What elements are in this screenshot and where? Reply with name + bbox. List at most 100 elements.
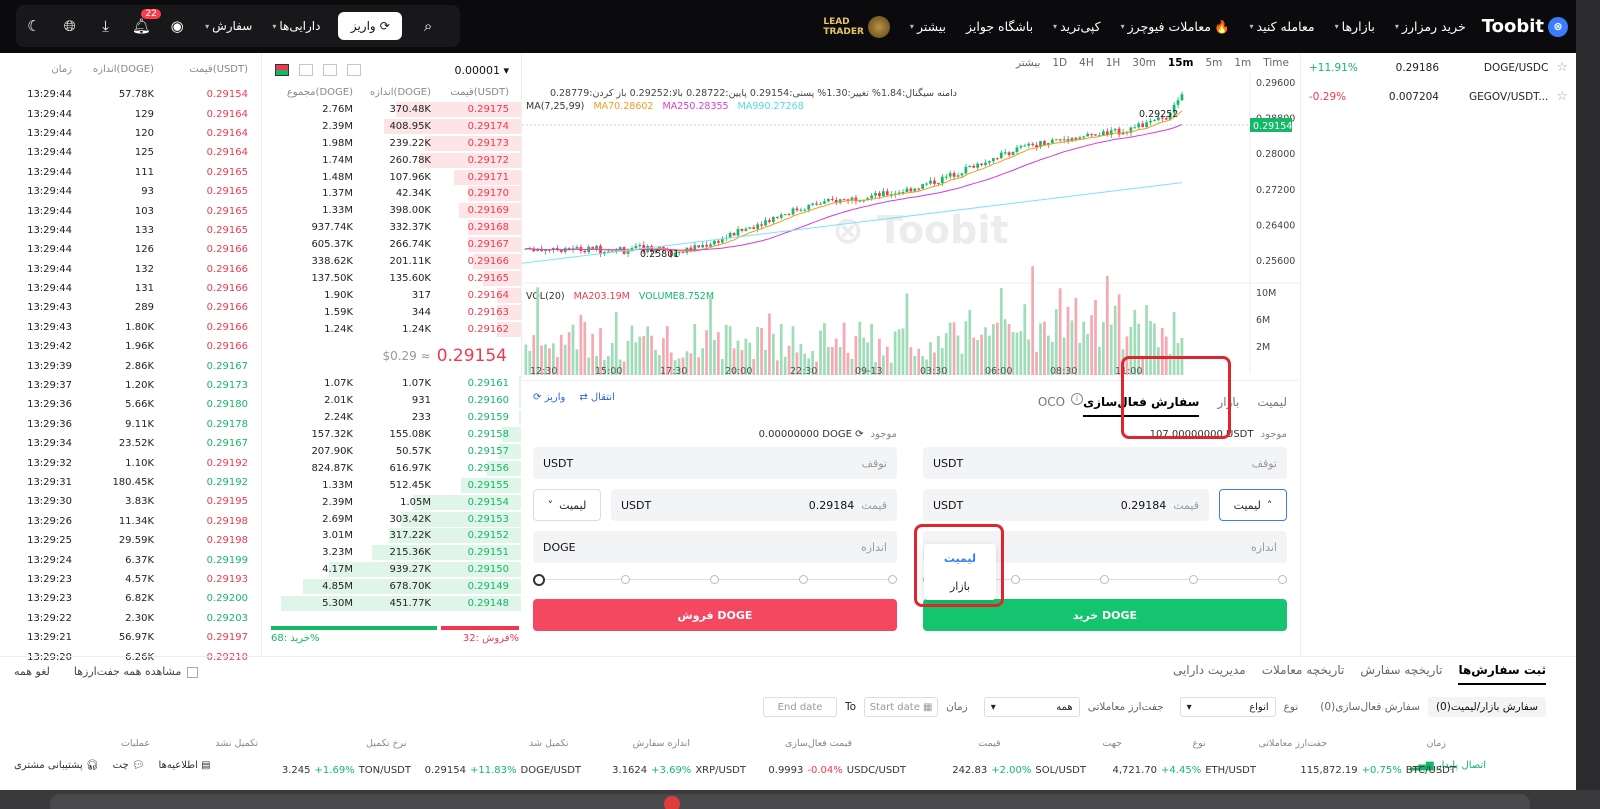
orderbook-row[interactable]: 1.33M 398.00K 0.29169: [263, 202, 521, 219]
tab-trade-history[interactable]: تاریخچه معاملات: [1262, 663, 1345, 685]
orderbook-row[interactable]: 1.37M 42.34K 0.29170: [263, 185, 521, 202]
timeframe-0[interactable]: بیشتر: [1016, 57, 1040, 69]
notification-bell-icon[interactable]: 🔔︎ 22: [123, 9, 161, 35]
buy-price-input[interactable]: USDT 0.29184 قیمت: [923, 489, 1209, 521]
buy-stop-input[interactable]: USDT توقف: [923, 447, 1287, 479]
checkbox[interactable]: [187, 666, 199, 678]
orderbook-row[interactable]: 2.39M 408.95K 0.29174: [263, 118, 521, 135]
orderbook-row[interactable]: 2.24K 233 0.29159: [263, 409, 521, 426]
start-date-input[interactable]: ▦ Start date: [864, 697, 939, 717]
precision-select[interactable]: 0.00001 ▾: [454, 64, 509, 77]
info-icon[interactable]: i: [1071, 393, 1083, 405]
tab-limit[interactable]: لیمیت: [1257, 395, 1287, 409]
tab-oco[interactable]: OCO: [1038, 395, 1065, 409]
refresh-icon[interactable]: ⟳: [855, 429, 863, 440]
ticker-item[interactable]: 3.245 +1.69% TON/USDT: [282, 765, 411, 776]
theme-moon-icon[interactable]: ☾: [16, 17, 52, 35]
orderbook-row[interactable]: 1.24K 1.24K 0.29162: [263, 321, 521, 338]
nav-trade[interactable]: معامله کنید ▾: [1250, 19, 1315, 34]
lead-trader-banner[interactable]: LEAD TRADER: [823, 15, 890, 38]
star-icon[interactable]: ☆: [1556, 60, 1568, 75]
download-icon[interactable]: ⤓: [88, 17, 124, 35]
support-link[interactable]: پشتیبانی مشتری 🎧︎: [14, 760, 99, 771]
view-all-pairs-toggle[interactable]: مشاهده همه جفت‌ارزها: [74, 665, 199, 678]
nav-rewards-club[interactable]: باشگاه جوایز: [966, 19, 1033, 34]
nav-buy-crypto[interactable]: خرید رمزارز ▾: [1395, 19, 1466, 34]
watchlist-row[interactable]: -0.29% 0.007204 GEGOV/USDT... ☆: [1301, 82, 1576, 111]
orderbook-row[interactable]: 2.69M 303.42K 0.29153: [263, 511, 521, 528]
cancel-all-button[interactable]: لغو همه: [14, 665, 50, 678]
orderbook-view-both-icon[interactable]: [275, 64, 289, 76]
orderbook-row[interactable]: 3.01M 317.22K 0.29152: [263, 527, 521, 544]
orderbook-row[interactable]: 1.59K 344 0.29163: [263, 304, 521, 321]
orderbook-row[interactable]: 1.33M 512.45K 0.29155: [263, 477, 521, 494]
timeframe-4[interactable]: 30m: [1132, 57, 1156, 69]
chat-link[interactable]: چت 💬︎: [113, 760, 145, 771]
ticker-item[interactable]: 3.1624 +3.69% XRP/USDT: [612, 765, 746, 776]
watchlist-row[interactable]: +11.91% 0.29186 DOGE/USDC ☆: [1301, 53, 1576, 82]
pair-select[interactable]: همه ▾: [983, 697, 1080, 717]
sell-stop-input[interactable]: USDT توقف: [533, 447, 897, 479]
orderbook-row[interactable]: 4.17M 939.27K 0.29150: [263, 561, 521, 578]
orderbook-view-list-icon[interactable]: [347, 64, 361, 76]
orderbook-view-asks-icon[interactable]: [323, 64, 337, 76]
ticker-item[interactable]: 242.83 +2.00% SOL/USDT: [952, 765, 1086, 776]
toobit-logo[interactable]: ⊗ Toobit: [1482, 16, 1568, 37]
orderbook-row[interactable]: 937.74K 332.37K 0.29168: [263, 219, 521, 236]
timeframe-7[interactable]: 1m: [1234, 57, 1251, 69]
orders-menu[interactable]: ▾ سفارش: [205, 19, 252, 33]
assets-menu[interactable]: ▾ دارایی‌ها: [272, 19, 320, 33]
orderbook-row[interactable]: 207.90K 50.57K 0.29157: [263, 443, 521, 460]
tab-order-history[interactable]: تاریخچه سفارش: [1360, 663, 1442, 685]
timeframe-1[interactable]: 1D: [1052, 57, 1067, 69]
price-chart[interactable]: بیشتر 1D 4H 1H 30m 15m 5m 1m Time دامنه سیگنال:1…: [521, 53, 1300, 378]
ticker-item[interactable]: 0.9993 -0.04% USDC/USDT: [768, 765, 906, 776]
notices-link[interactable]: اطلاعیه‌ها ▤: [159, 760, 211, 771]
nav-futures[interactable]: 🔥 معاملات فیوچرز ▾: [1121, 19, 1230, 35]
orderbook-view-bids-icon[interactable]: [299, 64, 313, 76]
orderbook-row[interactable]: 824.87K 616.97K 0.29156: [263, 460, 521, 477]
type-select[interactable]: انواع ▾: [1179, 697, 1276, 717]
timeframe-2[interactable]: 4H: [1079, 57, 1094, 69]
nav-more[interactable]: بیشتر ▾: [910, 19, 946, 34]
sell-order-type-select[interactable]: ˅ لیمیت: [533, 489, 601, 521]
timeframe-8[interactable]: Time: [1263, 57, 1289, 69]
timeframe-3[interactable]: 1H: [1106, 57, 1121, 69]
sell-doge-button[interactable]: فروش DOGE: [533, 599, 897, 631]
nav-markets[interactable]: بازارها ▾: [1335, 19, 1375, 34]
orderbook-row[interactable]: 3.23M 215.36K 0.29151: [263, 544, 521, 561]
subtab-market-limit[interactable]: سفارش بازار/لیمیت(0): [1427, 697, 1546, 717]
sell-price-input[interactable]: USDT 0.29184 قیمت: [611, 489, 897, 521]
form-deposit-link[interactable]: ⟳ واریز: [533, 392, 565, 403]
orderbook-row[interactable]: 1.74M 260.78K 0.29172: [263, 152, 521, 169]
nav-copy-trade[interactable]: کپی‌ترید ▾: [1053, 19, 1101, 34]
timeframe-5[interactable]: 15m: [1168, 57, 1194, 69]
orderbook-row[interactable]: 4.85M 678.70K 0.29149: [263, 578, 521, 595]
timeframe-6[interactable]: 5m: [1205, 57, 1222, 69]
search-icon[interactable]: ⌕: [410, 17, 446, 35]
end-date-input[interactable]: End date: [763, 697, 838, 717]
ticker-item[interactable]: 0.29154 +11.83% DOGE/USDT: [425, 765, 581, 776]
tab-open-orders[interactable]: ثبت سفارش‌ها: [1458, 663, 1546, 685]
orderbook-row[interactable]: 157.32K 155.08K 0.29158: [263, 426, 521, 443]
ticker-item[interactable]: 115,872.19 +0.75% BTC/USDT: [1300, 765, 1456, 776]
subtab-trigger[interactable]: سفارش فعال‌سازی(0): [1320, 701, 1420, 713]
sell-size-input[interactable]: DOGE اندازه: [533, 531, 897, 563]
user-avatar-icon[interactable]: ◉: [159, 17, 195, 35]
orderbook-row[interactable]: 1.48M 107.96K 0.29171: [263, 169, 521, 186]
orderbook-row[interactable]: 338.62K 201.11K 0.29166: [263, 253, 521, 270]
form-transfer-link[interactable]: ⇄ انتقال: [579, 392, 615, 403]
orderbook-row[interactable]: 605.37K 266.74K 0.29167: [263, 236, 521, 253]
ticker-item[interactable]: 4,721.70 +4.45% ETH/USDT: [1113, 765, 1256, 776]
language-globe-icon[interactable]: 🌐︎: [52, 17, 88, 35]
orderbook-row[interactable]: 137.50K 135.60K 0.29165: [263, 270, 521, 287]
orderbook-row[interactable]: 2.76M 370.48K 0.29175: [263, 101, 521, 118]
sell-size-slider[interactable]: [533, 573, 897, 587]
orderbook-row[interactable]: 5.30M 451.77K 0.29148: [263, 595, 521, 612]
orderbook-row[interactable]: 1.90K 317 0.29164: [263, 287, 521, 304]
orderbook-row[interactable]: 1.07K 1.07K 0.29161: [263, 375, 521, 392]
star-icon[interactable]: ☆: [1556, 89, 1568, 104]
orderbook-row[interactable]: 2.01K 931 0.29160: [263, 392, 521, 409]
orderbook-row[interactable]: 1.98M 239.22K 0.29173: [263, 135, 521, 152]
buy-order-type-select[interactable]: لیمیت ˄: [1219, 489, 1287, 521]
